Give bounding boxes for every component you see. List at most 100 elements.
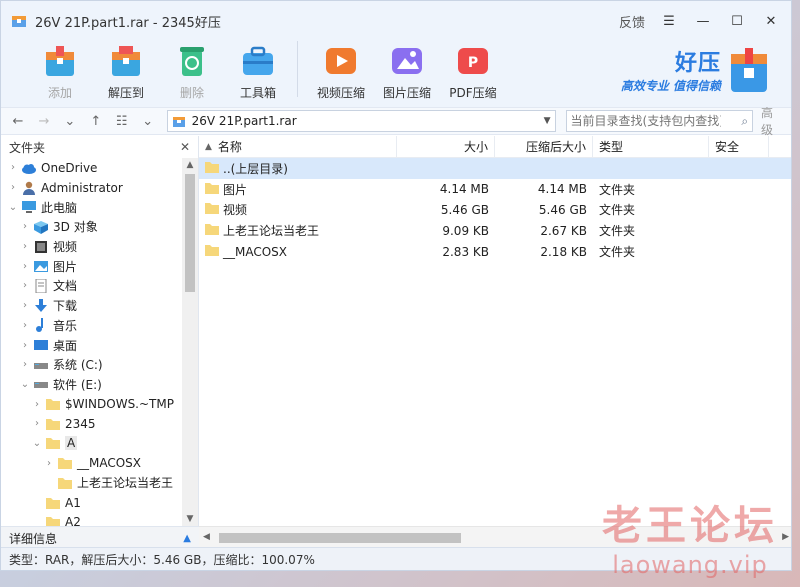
folder-tree-title: 文件夹 [9,140,46,155]
collapse-arrow-icon[interactable]: ⌄ [19,379,31,390]
video-compress-button[interactable]: 视频压缩 [308,41,374,101]
add-button[interactable]: 添加 [27,41,93,101]
image-compress-button[interactable]: 图片压缩 [374,41,440,101]
expand-arrow-icon[interactable]: › [43,458,55,469]
search-icon[interactable]: ⌕ [741,114,748,129]
path-dropdown-icon[interactable]: ▼ [544,116,551,126]
search-input[interactable] [570,114,721,128]
file-row[interactable]: 图片 4.14 MB 4.14 MB 文件夹 [199,179,791,200]
maximize-button[interactable]: ☐ [727,14,747,29]
tree-item[interactable]: › 2345 [1,414,183,434]
scroll-right-icon[interactable]: ▶ [782,532,789,542]
tree-item-label: $WINDOWS.~TMP [65,397,174,412]
folder-icon [45,397,61,411]
detail-info-label: 详细信息 [9,531,58,546]
scroll-up-icon[interactable]: ▲ [182,160,198,170]
window-title: 26V 21P.part1.rar - 2345好压 [35,15,221,31]
forward-button[interactable]: → [33,114,55,129]
back-button[interactable]: ← [7,114,29,129]
collapse-arrow-icon[interactable]: ⌄ [7,202,19,213]
tree-item[interactable]: › 系统 (C:) [1,355,183,375]
column-size[interactable]: 大小 [397,136,495,157]
expand-arrow-icon[interactable]: › [19,241,31,252]
extract-button[interactable]: 解压到 [93,41,159,101]
column-type[interactable]: 类型 [593,136,709,157]
expand-arrow-icon[interactable]: › [31,399,43,410]
file-row[interactable]: 视频 5.46 GB 5.46 GB 文件夹 [199,200,791,221]
tree-item[interactable]: A2 [1,512,183,526]
file-row[interactable]: ..(上层目录) [199,158,791,179]
folder-tree: › OneDrive › Administrator ⌄ 此电脑 › 3D 对象 › 视频 › 图片 ›… [1,158,183,526]
expand-arrow-icon[interactable]: › [19,340,31,351]
tree-item[interactable]: A1 [1,493,183,513]
column-name[interactable]: ▲ 名称 [199,136,397,157]
file-name: __MACOSX [199,244,397,259]
scroll-left-icon[interactable]: ◀ [203,532,210,542]
feedback-link[interactable]: 反馈 [619,12,645,31]
tree-item[interactable]: › 图片 [1,256,183,276]
up-button[interactable]: ↑ [85,114,107,129]
expand-arrow-icon[interactable]: › [19,280,31,291]
expand-arrow-icon[interactable]: › [19,359,31,370]
cube-icon [33,220,49,234]
minimize-button[interactable]: — [693,14,713,29]
expand-arrow-icon[interactable]: › [19,261,31,272]
tree-scroll-thumb[interactable] [185,174,195,292]
pdf-compress-icon: P [458,48,488,74]
tree-item[interactable]: ⌄ 软件 (E:) [1,375,183,395]
image-compress-label: 图片压缩 [382,86,431,100]
column-security[interactable]: 安全 [709,136,769,157]
toolbox-button[interactable]: 工具箱 [225,41,291,101]
file-size: 5.46 GB [397,203,495,217]
tree-scrollbar[interactable]: ▲ ▼ [182,158,198,526]
list-scroll-thumb[interactable] [219,533,461,543]
advanced-search-link[interactable]: 高级 [761,104,785,138]
menu-icon[interactable]: ☰ [659,14,679,29]
expand-arrow-icon[interactable]: › [7,162,19,173]
tree-item[interactable]: › Administrator [1,178,183,198]
tree-item[interactable]: ⌄ 此电脑 [1,197,183,217]
pdf-compress-label: PDF压缩 [449,86,497,100]
file-name-text: 图片 [223,182,248,197]
picture-folder-icon [33,259,49,273]
detail-info-bar[interactable]: 详细信息 ▲ [1,526,199,549]
delete-button[interactable]: 删除 [159,41,225,101]
expand-arrow-icon[interactable]: › [7,182,19,193]
video-folder-icon [33,240,49,254]
folder-icon [205,223,223,238]
file-packed-size: 4.14 MB [495,182,593,196]
tree-item[interactable]: › OneDrive [1,158,183,178]
expand-arrow-icon[interactable]: › [19,320,31,331]
folder-icon [205,244,223,259]
expand-up-icon[interactable]: ▲ [183,533,191,544]
tree-item[interactable]: › 3D 对象 [1,217,183,237]
history-dropdown-icon[interactable]: ⌄ [59,114,81,129]
download-icon [33,298,49,313]
tree-item[interactable]: 上老王论坛当老王 [1,473,183,493]
tree-item[interactable]: › 桌面 [1,335,183,355]
column-packed-size[interactable]: 压缩后大小 [495,136,593,157]
file-type-text: 文件夹 [599,182,636,197]
tree-item[interactable]: › $WINDOWS.~TMP [1,394,183,414]
collapse-arrow-icon[interactable]: ⌄ [31,438,43,449]
scroll-down-icon[interactable]: ▼ [182,514,198,524]
expand-arrow-icon[interactable]: › [19,221,31,232]
file-row[interactable]: 上老王论坛当老王 9.09 KB 2.67 KB 文件夹 [199,220,791,241]
tree-item[interactable]: › 音乐 [1,316,183,336]
expand-arrow-icon[interactable]: › [31,418,43,429]
close-pane-icon[interactable]: ✕ [180,140,190,154]
close-button[interactable]: ✕ [761,14,781,29]
pdf-compress-button[interactable]: P PDF压缩 [440,41,506,101]
view-mode-dropdown-icon[interactable]: ⌄ [137,114,159,129]
tree-item[interactable]: › __MACOSX [1,453,183,473]
expand-arrow-icon[interactable]: › [19,300,31,311]
search-box[interactable]: ⌕ [565,110,754,132]
path-box[interactable]: 26V 21P.part1.rar ▼ [166,110,556,132]
tree-item[interactable]: › 视频 [1,237,183,257]
tree-item[interactable]: ⌄ A [1,434,183,454]
file-size: 4.14 MB [397,182,495,196]
view-mode-icon[interactable]: ☷ [111,114,133,129]
tree-item[interactable]: › 文档 [1,276,183,296]
tree-item[interactable]: › 下载 [1,296,183,316]
file-row[interactable]: __MACOSX 2.83 KB 2.18 KB 文件夹 [199,241,791,262]
